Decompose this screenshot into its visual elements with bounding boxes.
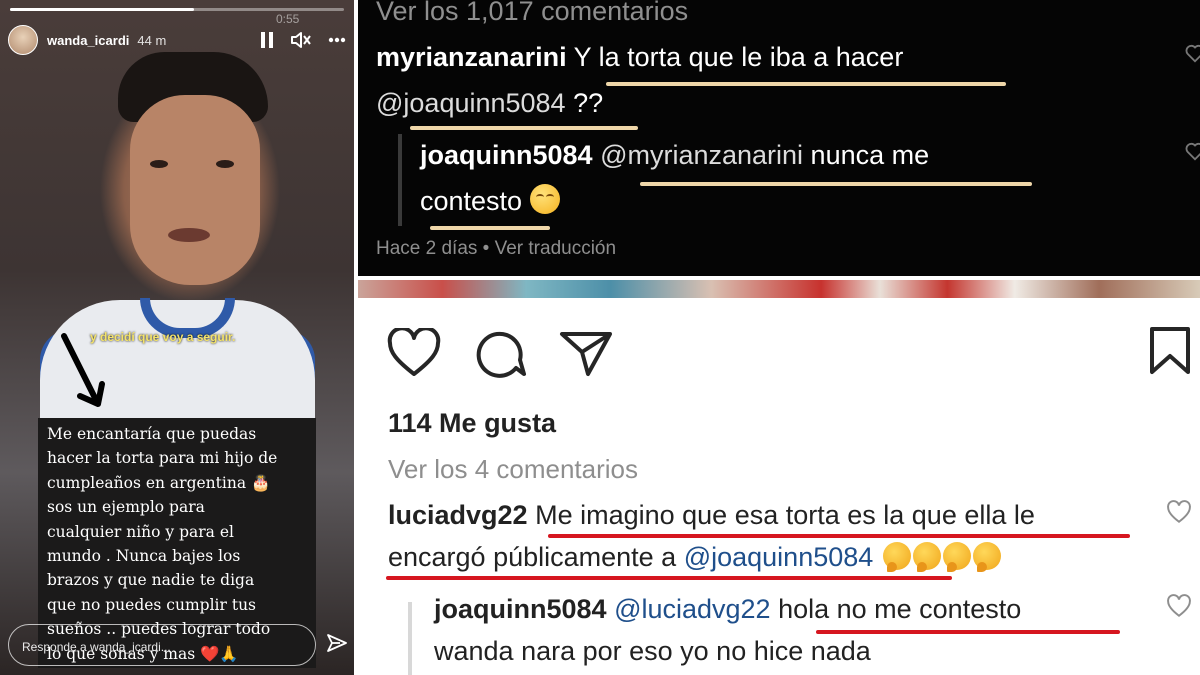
- comment-text: encargó públicamente a: [388, 542, 684, 572]
- highlight-underline: [606, 82, 1006, 86]
- highlight-underline: [430, 226, 550, 230]
- caption-line: Me encantaría que puedas: [47, 425, 257, 443]
- caption-line: brazos y que nadie te diga: [47, 571, 255, 590]
- avatar[interactable]: [8, 25, 38, 55]
- caption-line: sos un ejemplo para: [47, 498, 205, 517]
- comment-meta[interactable]: Hace 2 días • Ver traducción: [376, 238, 616, 260]
- comment-text: Me imagino que esa torta es la que ella …: [535, 500, 1035, 530]
- boy-eye-right: [216, 160, 234, 168]
- reply-joaquinn5084: joaquinn5084 @luciadvg22 hola no me cont…: [434, 594, 1021, 625]
- mention-link[interactable]: @luciadvg22: [614, 594, 771, 624]
- reply-text: hola no me contesto: [770, 594, 1022, 624]
- mention-link[interactable]: @myrianzanarini: [600, 140, 803, 170]
- arrow-down-icon: [52, 330, 112, 415]
- reply-thread-line: [398, 134, 402, 226]
- caption-line: hacer la torta para mi hijo de: [47, 449, 278, 468]
- boy-eye-left: [150, 160, 168, 168]
- reply-text: contesto: [420, 186, 523, 216]
- reply-thread-line: [408, 602, 412, 675]
- view-all-comments-link[interactable]: Ver los 1,017 comentarios: [376, 0, 688, 27]
- post-panel: 114 Me gusta Ver los 4 comentarios lucia…: [358, 298, 1200, 675]
- comment-continuation: encargó públicamente a @joaquinn5084: [388, 542, 1001, 573]
- mention-link[interactable]: @joaquinn5084: [684, 542, 874, 572]
- comment-username[interactable]: myrianzanarini: [376, 42, 567, 72]
- like-heart-icon[interactable]: [1166, 594, 1192, 623]
- thinking-emoji-icon: [882, 542, 911, 572]
- thinking-emoji-icon: [972, 542, 1001, 572]
- reply-placeholder: Responde a wanda_icardi...: [22, 640, 171, 654]
- reply-username[interactable]: joaquinn5084: [420, 140, 593, 170]
- story-header: wanda_icardi 44 m: [8, 22, 346, 58]
- thinking-emoji-icon: [942, 542, 971, 572]
- highlight-underline: [548, 534, 1130, 538]
- more-icon[interactable]: [328, 37, 346, 43]
- reply-joaquinn5084: joaquinn5084 @myrianzanarini nunca me: [420, 140, 929, 171]
- highlight-underline: [410, 126, 638, 130]
- photo-strip: [358, 280, 1200, 298]
- mention-link[interactable]: @joaquinn5084: [376, 88, 566, 118]
- mute-icon[interactable]: [290, 30, 312, 50]
- story-progress-fill: [10, 8, 194, 11]
- story-time-ago: 44 m: [137, 32, 167, 48]
- highlight-underline: [386, 576, 952, 580]
- comment-username[interactable]: luciadvg22: [388, 500, 528, 530]
- thinking-emoji-icon: [912, 542, 941, 572]
- reply-text: nunca me: [803, 140, 930, 170]
- share-icon[interactable]: [558, 328, 614, 380]
- story-progress-bar: [10, 8, 344, 11]
- comment-continuation: @joaquinn5084 ??: [376, 88, 603, 119]
- caption-line: que no puedes cumplir tus: [47, 595, 257, 614]
- caption-line: cumpleaños en argentina 🎂: [47, 473, 271, 492]
- reply-username[interactable]: joaquinn5084: [434, 594, 607, 624]
- instagram-story: 0:55 wanda_icardi 44 m y decidí que voy …: [0, 0, 354, 675]
- comment-text: ??: [565, 88, 604, 118]
- story-username[interactable]: wanda_icardi: [47, 33, 129, 48]
- post-actions: [386, 328, 614, 380]
- comment-luciadvg22: luciadvg22 Me imagino que esa torta es l…: [388, 500, 1035, 531]
- comment-text: Y la torta que le iba a hacer: [573, 42, 904, 72]
- reply-text: wanda nara por eso yo no hice nada: [434, 636, 871, 666]
- view-all-comments-link[interactable]: Ver los 4 comentarios: [388, 454, 638, 485]
- boy-mouth: [168, 228, 210, 242]
- heart-icon[interactable]: [386, 328, 442, 380]
- send-icon[interactable]: [326, 632, 348, 659]
- caption-line: mundo . Nunca bajes los: [47, 547, 241, 566]
- dark-comments-panel: Ver los 1,017 comentarios myrianzanarini…: [358, 0, 1200, 276]
- smile-emoji-icon: [529, 184, 560, 214]
- comment-myrianzanarini: myrianzanarini Y la torta que le iba a h…: [376, 42, 903, 73]
- like-heart-icon[interactable]: [1184, 140, 1200, 167]
- highlight-underline: [640, 182, 1032, 186]
- like-heart-icon[interactable]: [1166, 500, 1192, 529]
- like-heart-icon[interactable]: [1184, 42, 1200, 69]
- reply-continuation: contesto: [420, 184, 560, 217]
- bookmark-icon[interactable]: [1148, 326, 1192, 381]
- highlight-underline: [816, 630, 1120, 634]
- like-count[interactable]: 114 Me gusta: [388, 408, 556, 439]
- pause-icon[interactable]: [260, 31, 274, 49]
- caption-line: cualquier niño y para el: [47, 522, 234, 541]
- comment-icon[interactable]: [472, 328, 528, 380]
- reply-continuation: wanda nara por eso yo no hice nada: [434, 636, 871, 667]
- boy-face: [130, 95, 260, 285]
